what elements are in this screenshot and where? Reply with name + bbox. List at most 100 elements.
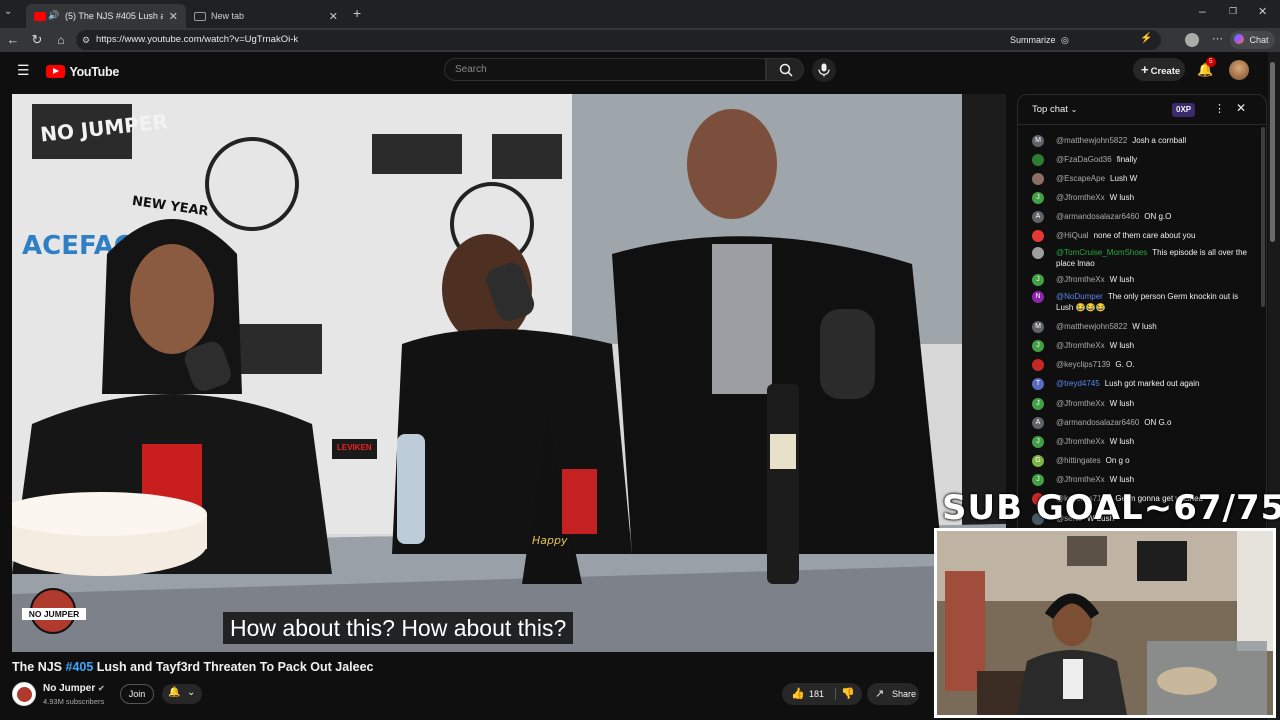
close-chat-icon[interactable]: ✕: [1236, 101, 1246, 115]
chat-avatar[interactable]: J: [1032, 436, 1044, 448]
close-tab-icon[interactable]: ✕: [329, 10, 338, 23]
chat-author[interactable]: @NoDumper: [1056, 292, 1103, 301]
notifications-button[interactable]: 🔔 5: [1197, 57, 1216, 79]
chat-avatar[interactable]: J: [1032, 398, 1044, 410]
chat-avatar[interactable]: J: [1032, 274, 1044, 286]
chat-avatar[interactable]: [1032, 154, 1044, 166]
chat-avatar[interactable]: [1032, 173, 1044, 185]
chat-message-body: @FzaDaGod36 finally: [1056, 154, 1252, 165]
chat-author[interactable]: @JfromtheXx: [1056, 399, 1105, 408]
channel-avatar[interactable]: [12, 682, 36, 706]
chat-message-body: @armandosalazar6460 ON g.O: [1056, 211, 1252, 222]
chat-avatar[interactable]: T: [1032, 378, 1044, 390]
chat-author[interactable]: @JfromtheXx: [1056, 475, 1105, 484]
search-button[interactable]: [766, 58, 804, 81]
site-info-icon[interactable]: ⚙: [82, 30, 90, 50]
chat-more-icon[interactable]: ⋮: [1214, 102, 1225, 115]
share-icon: ↗: [875, 688, 885, 700]
youtube-logo-text: YouTube: [69, 64, 119, 79]
extension-icon[interactable]: ⚡: [1140, 33, 1152, 44]
chat-scrollbar[interactable]: [1261, 127, 1265, 307]
close-window-icon[interactable]: ✕: [1258, 5, 1267, 18]
thumbs-up-icon[interactable]: 👍: [791, 683, 805, 705]
tab-new-tab[interactable]: New tab ✕: [186, 4, 346, 28]
chat-avatar[interactable]: [1032, 230, 1044, 242]
chat-avatar[interactable]: M: [1032, 135, 1044, 147]
subscriber-count: 4.93M subscribers: [43, 697, 105, 706]
video-player[interactable]: ACEFACE Happy NEW YEAR LEVIKEN NO JUMPER…: [12, 94, 1006, 652]
channel-name[interactable]: No Jumper ✔: [43, 683, 105, 694]
audio-playing-icon[interactable]: 🔊: [48, 10, 59, 21]
hamburger-menu-icon[interactable]: ☰: [17, 62, 30, 79]
home-icon[interactable]: ⌂: [53, 32, 69, 48]
chat-message-body: @JfromtheXx W lush: [1056, 398, 1252, 409]
join-button[interactable]: Join: [120, 684, 154, 704]
account-avatar[interactable]: [1229, 60, 1249, 80]
voice-search-button[interactable]: [812, 58, 836, 82]
chat-message-list[interactable]: M @matthewjohn5822 Josh a cornball @FzaDaGo…: [1018, 127, 1266, 533]
chat-author[interactable]: @keyclips7139: [1056, 360, 1110, 369]
chat-author[interactable]: @JfromtheXx: [1056, 341, 1105, 350]
profile-icon[interactable]: [1185, 33, 1199, 47]
chat-avatar[interactable]: A: [1032, 211, 1044, 223]
search-input[interactable]: Search: [444, 58, 766, 81]
thumbs-down-icon[interactable]: 👎: [841, 683, 855, 705]
live-chat-panel: Top chat ⌄ 0XP ⋮ ✕ M @matthewjohn5822 Josh…: [1017, 94, 1267, 534]
subscription-bell-button[interactable]: 🔔 ⌄: [162, 684, 202, 704]
chat-author[interactable]: @JfromtheXx: [1056, 275, 1105, 284]
chat-avatar[interactable]: M: [1032, 321, 1044, 333]
chat-avatar[interactable]: [1032, 247, 1044, 259]
chat-avatar[interactable]: [1032, 359, 1044, 371]
microphone-icon: [818, 63, 830, 77]
chat-avatar[interactable]: J: [1032, 474, 1044, 486]
chat-author[interactable]: @matthewjohn5822: [1056, 136, 1127, 145]
youtube-header: ☰ YouTube Search + Create 🔔 5: [0, 52, 1280, 88]
youtube-logo[interactable]: YouTube: [46, 63, 119, 79]
minimize-icon[interactable]: –: [1199, 4, 1206, 18]
chat-author[interactable]: @armandosalazar6460: [1056, 212, 1139, 221]
close-tab-icon[interactable]: ✕: [169, 10, 178, 23]
chat-avatar[interactable]: J: [1032, 192, 1044, 204]
browser-tab-bar: ⌄ 🔊 (5) The NJS #405 Lush and Ta ✕ New t…: [0, 0, 1280, 28]
reload-icon[interactable]: ↻: [29, 32, 45, 48]
chat-message-body: @JfromtheXx W lush: [1056, 340, 1252, 351]
chat-author[interactable]: @treyd4745: [1056, 379, 1100, 388]
video-title-prefix: The NJS: [12, 660, 66, 674]
chat-message-body: @matthewjohn5822 W lush: [1056, 321, 1252, 332]
create-button[interactable]: + Create: [1133, 58, 1185, 81]
chat-message-body: @JfromtheXx W lush: [1056, 436, 1252, 447]
new-tab-plus-icon[interactable]: +: [353, 5, 361, 21]
chat-text: Lush got marked out again: [1104, 379, 1200, 388]
back-arrow-icon[interactable]: ←: [5, 32, 21, 48]
tab-youtube[interactable]: 🔊 (5) The NJS #405 Lush and Ta ✕: [26, 4, 186, 28]
chat-author[interactable]: @JfromtheXx: [1056, 193, 1105, 202]
chat-author[interactable]: @JfromtheXx: [1056, 437, 1105, 446]
webcam-image: [937, 531, 1273, 715]
chat-author[interactable]: @FzaDaGod36: [1056, 155, 1112, 164]
chat-author[interactable]: @HiQual: [1056, 231, 1089, 240]
summarize-button[interactable]: Summarize ◎: [1010, 28, 1069, 52]
share-button[interactable]: ↗ Share: [867, 683, 919, 705]
chat-author[interactable]: @matthewjohn5822: [1056, 322, 1127, 331]
chat-author[interactable]: @hittingates: [1056, 456, 1101, 465]
page-scrollbar-thumb[interactable]: [1270, 62, 1275, 242]
svg-text:Happy: Happy: [532, 534, 568, 547]
chat-mode-dropdown[interactable]: Top chat ⌄: [1032, 104, 1077, 115]
video-hashtag[interactable]: #405: [66, 660, 94, 674]
chat-avatar[interactable]: N: [1032, 291, 1044, 303]
restore-icon[interactable]: ❐: [1229, 6, 1237, 17]
chat-avatar[interactable]: A: [1032, 417, 1044, 429]
address-bar[interactable]: ⚙ https://www.youtube.com/watch?v=UgTrna…: [76, 30, 1161, 50]
points-badge[interactable]: 0XP: [1172, 103, 1196, 117]
chat-avatar[interactable]: G: [1032, 455, 1044, 467]
like-dislike-button[interactable]: 👍 181 👎: [782, 683, 862, 705]
more-menu-icon[interactable]: ⋯: [1212, 32, 1223, 45]
browser-chat-button[interactable]: Chat: [1230, 31, 1275, 49]
tab-actions-icon[interactable]: ⌄: [4, 6, 12, 17]
mic-flag-label: LEVIKEN: [337, 443, 372, 452]
chat-avatar[interactable]: J: [1032, 340, 1044, 352]
channel-logo-icon: [17, 687, 32, 702]
chat-author[interactable]: @armandosalazar6460: [1056, 418, 1139, 427]
chat-author[interactable]: @TomCruise_MomShoes: [1056, 248, 1147, 257]
chat-author[interactable]: @EscapeApe: [1056, 174, 1105, 183]
